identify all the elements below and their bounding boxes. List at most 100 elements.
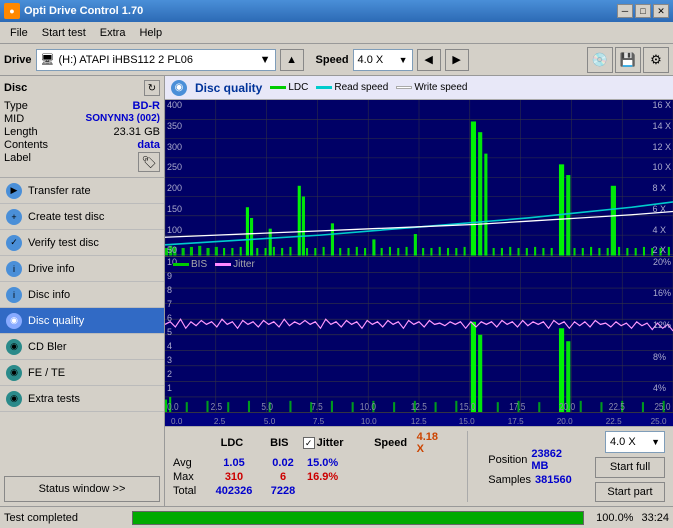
top-chart-x-axis-svg: 0.0 2.5 5.0 7.5 10.0 12.5 15.0 17.5 20.0…: [169, 413, 669, 427]
toolbar-buttons: 💿 💾 ⚙: [587, 47, 669, 73]
position-value: 23862 MB: [531, 448, 579, 472]
right-panel: ◉ Disc quality LDC Read speed Write spee…: [165, 76, 673, 506]
ldc-label: LDC: [288, 82, 308, 93]
disc-header: Disc ↻: [4, 80, 160, 96]
bottom-chart-legend: BIS Jitter: [173, 259, 255, 270]
read-speed-color: [316, 86, 332, 89]
write-speed-label: Write speed: [414, 82, 467, 93]
speed-select-row: 4.0 X ▼: [605, 431, 665, 453]
svg-text:5.0: 5.0: [264, 417, 276, 426]
svg-text:22.5: 22.5: [609, 401, 625, 412]
disc-length-value: 23.31 GB: [114, 126, 160, 138]
nav-verify-test-disc[interactable]: ✓ Verify test disc: [0, 230, 164, 256]
jitter-checkbox[interactable]: ✓: [303, 437, 315, 449]
fe-te-icon: ◉: [6, 365, 22, 381]
stats-max-row: Max 310 6 16.9%: [173, 471, 447, 483]
nav-disc-quality[interactable]: ◉ Disc quality: [0, 308, 164, 334]
disc-contents-label: Contents: [4, 139, 48, 151]
close-button[interactable]: ✕: [653, 4, 669, 18]
test-speed-dropdown[interactable]: 4.0 X ▼: [605, 431, 665, 453]
app-icon: ●: [4, 3, 20, 19]
bottom-chart: BIS Jitter: [165, 257, 673, 413]
left-panel: Disc ↻ Type BD-R MID SONYNN3 (002) Lengt…: [0, 76, 165, 506]
progress-bar: [133, 512, 583, 524]
jitter-max: 16.9%: [307, 471, 377, 483]
disc-button[interactable]: 💿: [587, 47, 613, 73]
disc-contents-value: data: [137, 139, 160, 151]
status-window-button[interactable]: Status window >>: [4, 476, 160, 502]
disc-label-label: Label: [4, 152, 31, 172]
stats-header-row: LDC BIS ✓ Jitter Speed 4.18 X: [173, 431, 447, 455]
svg-text:0.0: 0.0: [171, 417, 183, 426]
samples-value: 381560: [535, 474, 572, 486]
test-speed-value: 4.0 X: [610, 436, 636, 448]
svg-text:22.5: 22.5: [606, 417, 622, 426]
bis-legend-label: BIS: [191, 259, 207, 270]
stats-left: LDC BIS ✓ Jitter Speed 4.18 X Avg 1.05 0…: [173, 431, 447, 502]
svg-text:15.0: 15.0: [459, 417, 475, 426]
menu-help[interactable]: Help: [133, 25, 168, 41]
legend-jitter: Jitter: [215, 259, 255, 270]
position-label: Position: [488, 454, 527, 466]
stats-right: Position 23862 MB Samples 381560: [488, 431, 579, 502]
nav-disc-quality-label: Disc quality: [28, 315, 84, 327]
bis-max: 6: [263, 471, 303, 483]
minimize-button[interactable]: ─: [617, 4, 633, 18]
settings-button[interactable]: ⚙: [643, 47, 669, 73]
disc-label-icon-button[interactable]: 🏷: [138, 152, 160, 172]
svg-text:2.5: 2.5: [211, 401, 223, 412]
stats-samples-row: Samples 381560: [488, 474, 579, 486]
nav-fe-te[interactable]: ◉ FE / TE: [0, 360, 164, 386]
disc-quality-icon: ◉: [6, 313, 22, 329]
speed-next-button[interactable]: ▶: [445, 49, 469, 71]
svg-text:12.5: 12.5: [411, 401, 427, 412]
bis-avg: 0.02: [263, 457, 303, 469]
disc-type-row: Type BD-R: [4, 100, 160, 112]
speed-value: 4.0 X: [358, 54, 384, 66]
disc-type-label: Type: [4, 100, 28, 112]
speed-prev-button[interactable]: ◀: [417, 49, 441, 71]
nav-drive-info-label: Drive info: [28, 263, 74, 275]
maximize-button[interactable]: □: [635, 4, 651, 18]
nav-transfer-rate[interactable]: ▶ Transfer rate: [0, 178, 164, 204]
top-chart-y-axis-right: 16 X 14 X 12 X 10 X 8 X 6 X 4 X 2 X: [652, 100, 671, 256]
menu-file[interactable]: File: [4, 25, 34, 41]
nav-drive-info[interactable]: i Drive info: [0, 256, 164, 282]
save-button[interactable]: 💾: [615, 47, 641, 73]
disc-length-row: Length 23.31 GB: [4, 126, 160, 138]
drive-value: (H:) ATAPI iHBS112 2 PL06: [59, 54, 194, 66]
nav-extra-tests-label: Extra tests: [28, 393, 80, 405]
legend-read-speed: Read speed: [316, 82, 388, 93]
extra-tests-icon: ◉: [6, 391, 22, 407]
menubar: File Start test Extra Help: [0, 22, 673, 44]
jitter-color: [215, 263, 231, 266]
start-full-button[interactable]: Start full: [595, 457, 665, 478]
top-chart-svg: [165, 100, 673, 256]
stats-ldc-header: LDC: [208, 437, 256, 449]
statusbar: Test completed 100.0% 33:24: [0, 506, 673, 528]
svg-text:15.0: 15.0: [459, 401, 475, 412]
stats-jitter-header: Jitter: [317, 437, 344, 449]
menu-extra[interactable]: Extra: [94, 25, 132, 41]
chart-title: Disc quality: [195, 81, 262, 95]
drive-eject-button[interactable]: ▲: [280, 49, 304, 71]
stats-avg-row: Avg 1.05 0.02 15.0%: [173, 457, 447, 469]
speed-dropdown[interactable]: 4.0 X ▼: [353, 49, 413, 71]
nav-extra-tests[interactable]: ◉ Extra tests: [0, 386, 164, 412]
disc-refresh-button[interactable]: ↻: [144, 80, 160, 96]
nav-create-test-disc[interactable]: + Create test disc: [0, 204, 164, 230]
drive-dropdown[interactable]: 🖥 (H:) ATAPI iHBS112 2 PL06 ▼: [36, 49, 276, 71]
nav-cd-bler[interactable]: ◉ CD Bler: [0, 334, 164, 360]
create-test-disc-icon: +: [6, 209, 22, 225]
stats-bis-header: BIS: [260, 437, 299, 449]
top-chart: 16 X 14 X 12 X 10 X 8 X 6 X 4 X 2 X 400 …: [165, 100, 673, 257]
drive-info-icon: i: [6, 261, 22, 277]
menu-start-test[interactable]: Start test: [36, 25, 92, 41]
titlebar: ● Opti Drive Control 1.70 ─ □ ✕: [0, 0, 673, 22]
nav-disc-info[interactable]: i Disc info: [0, 282, 164, 308]
ldc-max: 310: [209, 471, 259, 483]
start-part-button[interactable]: Start part: [595, 482, 665, 503]
titlebar-left: ● Opti Drive Control 1.70: [4, 3, 143, 19]
bottom-chart-y-axis-left: 10 9 8 7 6 5 4 3 2 1: [167, 257, 177, 394]
svg-text:0.0: 0.0: [167, 401, 179, 412]
